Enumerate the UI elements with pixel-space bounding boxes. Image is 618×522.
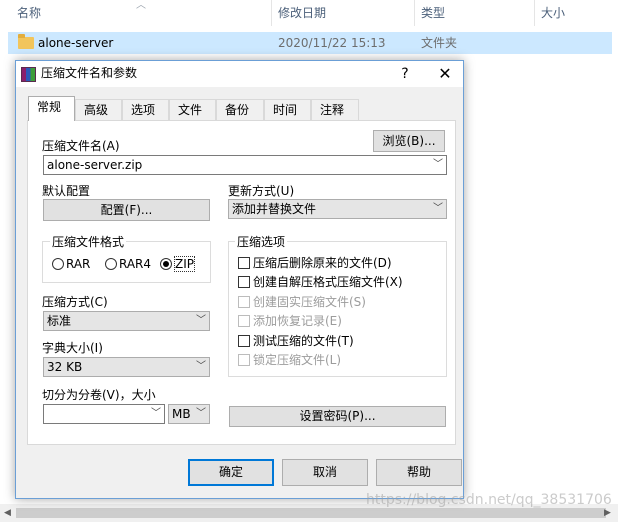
archive-name-value: alone-server.zip — [47, 158, 143, 172]
default-profile-label: 默认配置 — [42, 184, 91, 198]
radio-rar4[interactable] — [105, 258, 117, 270]
radio-rar4-label[interactable]: RAR4 — [119, 256, 151, 272]
column-header-type[interactable]: 类型 — [421, 0, 445, 26]
option-recovery-checkbox — [238, 315, 250, 327]
radio-rar-label[interactable]: RAR — [66, 256, 90, 272]
method-label: 压缩方式(C) — [42, 295, 108, 309]
browse-button[interactable]: 浏览(B)... — [373, 130, 445, 152]
file-row-type: 文件夹 — [421, 36, 458, 50]
split-unit-select[interactable]: MB ﹀ — [168, 404, 210, 424]
dialog-title: 压缩文件名和参数 — [41, 66, 138, 80]
ok-button[interactable]: 确定 — [188, 459, 274, 486]
dict-select[interactable]: 32 KB ﹀ — [43, 357, 210, 377]
tab-general[interactable]: 常规 — [28, 96, 75, 121]
column-header-name[interactable]: 名称 — [17, 0, 41, 26]
help-button[interactable]: 帮助 — [376, 459, 462, 486]
scroll-left-icon[interactable]: ◀ — [4, 504, 11, 522]
option-solid-checkbox — [238, 296, 250, 308]
radio-zip[interactable] — [160, 258, 172, 270]
split-unit-value: MB — [172, 407, 191, 421]
tab-advanced[interactable]: 高级 — [75, 99, 122, 121]
option-recovery-label: 添加恢复记录(E) — [253, 314, 342, 328]
profiles-button[interactable]: 配置(F)... — [43, 199, 210, 221]
archive-name-label: 压缩文件名(A) — [42, 139, 120, 153]
file-row-name: alone-server — [38, 36, 114, 50]
update-mode-select[interactable]: 添加并替换文件 ﹀ — [228, 199, 447, 219]
radio-zip-label[interactable]: ZIP — [174, 256, 195, 272]
update-mode-value: 添加并替换文件 — [232, 202, 317, 216]
tab-time[interactable]: 时间 — [264, 99, 311, 121]
split-label: 切分为分卷(V)，大小 — [42, 388, 156, 402]
help-icon[interactable]: ? — [394, 63, 416, 85]
chevron-down-icon[interactable]: ﹀ — [196, 312, 206, 330]
option-test-label[interactable]: 测试压缩的文件(T) — [253, 333, 354, 349]
file-row-date: 2020/11/22 15:13 — [278, 36, 386, 50]
update-mode-label: 更新方式(U) — [228, 184, 295, 198]
chevron-down-icon[interactable]: ﹀ — [433, 156, 443, 174]
option-lock-checkbox — [238, 354, 250, 366]
option-solid-label: 创建固实压缩文件(S) — [253, 295, 366, 309]
dialog-titlebar[interactable]: 压缩文件名和参数 ? ✕ — [16, 61, 463, 87]
column-header-date[interactable]: 修改日期 — [278, 0, 326, 26]
folder-icon — [18, 34, 34, 49]
format-group-title: 压缩文件格式 — [50, 234, 127, 250]
radio-rar[interactable] — [52, 258, 64, 270]
general-panel: 压缩文件名(A) 浏览(B)... alone-server.zip ﹀ 默认配… — [27, 120, 456, 445]
cancel-button[interactable]: 取消 — [282, 459, 368, 486]
method-value: 标准 — [47, 314, 72, 328]
tab-files[interactable]: 文件 — [169, 99, 216, 121]
winrar-icon — [21, 67, 36, 82]
split-size-input[interactable]: ﹀ — [43, 404, 165, 424]
option-delete-after-checkbox[interactable] — [238, 257, 250, 269]
options-group-title: 压缩选项 — [235, 234, 288, 250]
column-divider[interactable] — [271, 0, 272, 26]
option-sfx-label[interactable]: 创建自解压格式压缩文件(X) — [253, 274, 403, 290]
sort-up-icon: ︿ — [136, 0, 146, 11]
archive-dialog: 压缩文件名和参数 ? ✕ 常规 高级 选项 文件 备份 时间 注释 压缩文件名(… — [15, 60, 464, 499]
option-delete-after-label[interactable]: 压缩后删除原来的文件(D) — [253, 255, 392, 271]
archive-name-input[interactable]: alone-server.zip ﹀ — [43, 155, 447, 175]
option-sfx-checkbox[interactable] — [238, 276, 250, 288]
dict-label: 字典大小(I) — [42, 341, 103, 355]
method-select[interactable]: 标准 ﹀ — [43, 311, 210, 331]
chevron-down-icon[interactable]: ﹀ — [196, 405, 206, 423]
set-password-button[interactable]: 设置密码(P)... — [229, 406, 446, 427]
column-header-size[interactable]: 大小 — [541, 0, 565, 26]
dict-value: 32 KB — [47, 360, 83, 374]
chevron-down-icon[interactable]: ﹀ — [196, 358, 206, 376]
option-lock-label: 锁定压缩文件(L) — [253, 353, 342, 367]
column-divider[interactable] — [534, 0, 535, 26]
option-test-checkbox[interactable] — [238, 335, 250, 347]
close-icon[interactable]: ✕ — [434, 63, 456, 85]
chevron-down-icon[interactable]: ﹀ — [151, 405, 161, 423]
tab-options[interactable]: 选项 — [122, 99, 169, 121]
column-divider[interactable] — [414, 0, 415, 26]
scrollbar-thumb[interactable] — [16, 508, 606, 518]
tab-comment[interactable]: 注释 — [311, 99, 359, 121]
tab-backup[interactable]: 备份 — [216, 99, 264, 121]
chevron-down-icon[interactable]: ﹀ — [433, 200, 443, 218]
watermark: https://blog.csdn.net/qq_38531706 — [366, 492, 612, 508]
